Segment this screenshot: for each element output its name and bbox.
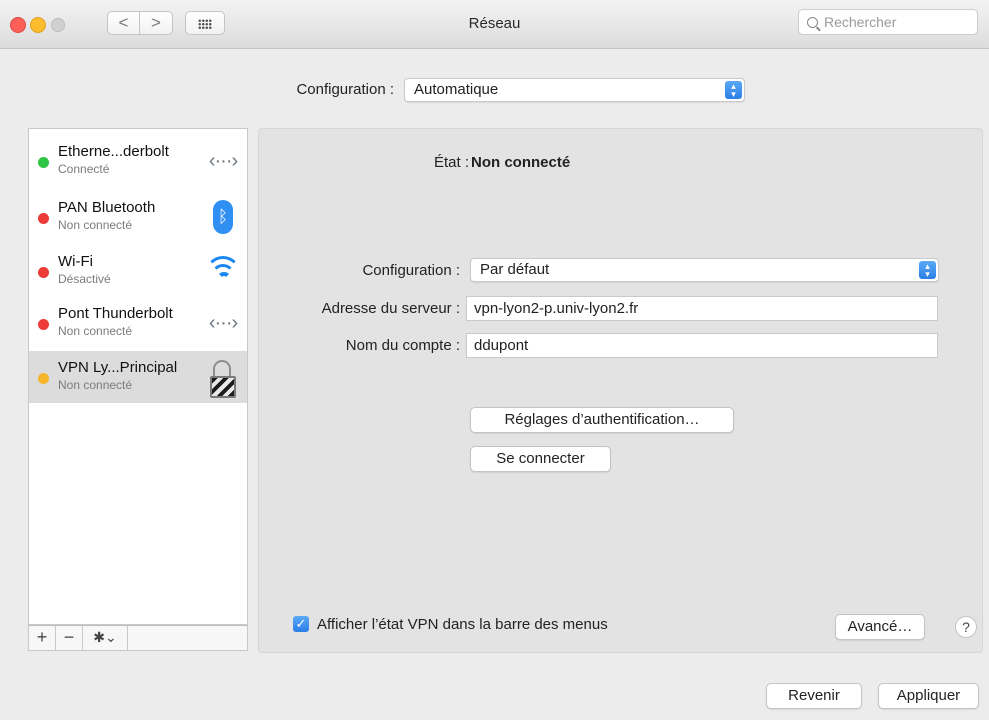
state-label: État :	[433, 154, 469, 171]
state-value: Non connecté	[471, 154, 571, 171]
service-status: Non connecté	[58, 378, 133, 392]
popup-arrows-icon: ▴ ▾	[725, 81, 742, 99]
status-dot	[38, 157, 49, 168]
location-label: Configuration :	[296, 81, 394, 98]
search-placeholder: Rechercher	[824, 14, 897, 30]
popup-arrows-icon: ▴ ▾	[919, 261, 936, 279]
ethernet-icon: ‹···›	[208, 312, 238, 334]
account-name-field[interactable]: ddupont	[466, 333, 938, 358]
bluetooth-icon: ᛒ	[205, 200, 241, 236]
service-item-pan-bluetooth[interactable]: PAN Bluetooth Non connecté ᛒ	[29, 191, 247, 243]
plus-icon: +	[36, 627, 48, 647]
status-dot	[38, 319, 49, 330]
gear-icon: ✱⌄	[93, 629, 117, 645]
service-item-wifi[interactable]: Wi-Fi Désactivé	[29, 245, 247, 297]
show-vpn-status-label: Afficher l’état VPN dans la barre des me…	[317, 616, 608, 633]
title-bar: < > Réseau Rechercher	[0, 0, 989, 49]
remove-service-button[interactable]: −	[56, 626, 83, 650]
show-vpn-status-checkbox[interactable]: ✓	[293, 616, 309, 632]
service-list: Etherne...derbolt Connecté ‹···› PAN Blu…	[28, 128, 248, 625]
server-address-field[interactable]: vpn-lyon2-p.univ-lyon2.fr	[466, 296, 938, 321]
account-name-label: Nom du compte :	[345, 337, 460, 354]
config-label: Configuration :	[362, 262, 460, 279]
service-name: Pont Thunderbolt	[58, 305, 173, 322]
wifi-icon	[205, 254, 241, 290]
service-name: PAN Bluetooth	[58, 199, 156, 216]
location-value: Automatique	[414, 81, 499, 98]
search-icon	[807, 17, 818, 28]
status-dot	[38, 267, 49, 278]
service-name: VPN Ly...Principal	[58, 359, 178, 376]
lock-icon	[205, 360, 241, 398]
connect-button[interactable]: Se connecter	[470, 446, 611, 472]
add-service-button[interactable]: +	[29, 626, 56, 650]
status-dot	[38, 373, 49, 384]
ethernet-icon: ‹···›	[208, 150, 238, 172]
config-popup[interactable]: Par défaut ▴ ▾	[470, 258, 939, 282]
service-item-vpn[interactable]: VPN Ly...Principal Non connecté	[29, 351, 247, 403]
service-item-ethernet-thunderbolt[interactable]: Etherne...derbolt Connecté ‹···›	[29, 135, 247, 187]
service-status: Non connecté	[58, 218, 133, 232]
advanced-button[interactable]: Avancé…	[835, 614, 925, 640]
server-address-label: Adresse du serveur :	[321, 300, 460, 317]
search-field[interactable]: Rechercher	[798, 9, 978, 35]
service-status: Non connecté	[58, 324, 133, 338]
authentication-settings-button[interactable]: Réglages d’authentification…	[470, 407, 734, 433]
vpn-detail-panel: État : Non connecté Configuration : Par …	[258, 128, 983, 653]
location-popup[interactable]: Automatique ▴ ▾	[404, 78, 745, 102]
service-status: Désactivé	[58, 272, 111, 286]
service-status: Connecté	[58, 162, 110, 176]
revert-button[interactable]: Revenir	[766, 683, 862, 709]
service-item-pont-thunderbolt[interactable]: Pont Thunderbolt Non connecté ‹···›	[29, 297, 247, 349]
help-button[interactable]: ?	[955, 616, 977, 638]
action-menu-button[interactable]: ✱⌄	[83, 626, 128, 650]
service-list-toolbar: + − ✱⌄	[28, 625, 248, 651]
config-value: Par défaut	[480, 261, 550, 278]
minus-icon: −	[63, 627, 75, 647]
apply-button[interactable]: Appliquer	[878, 683, 979, 709]
status-dot	[38, 213, 49, 224]
service-name: Wi-Fi	[58, 253, 93, 270]
service-name: Etherne...derbolt	[58, 143, 169, 160]
